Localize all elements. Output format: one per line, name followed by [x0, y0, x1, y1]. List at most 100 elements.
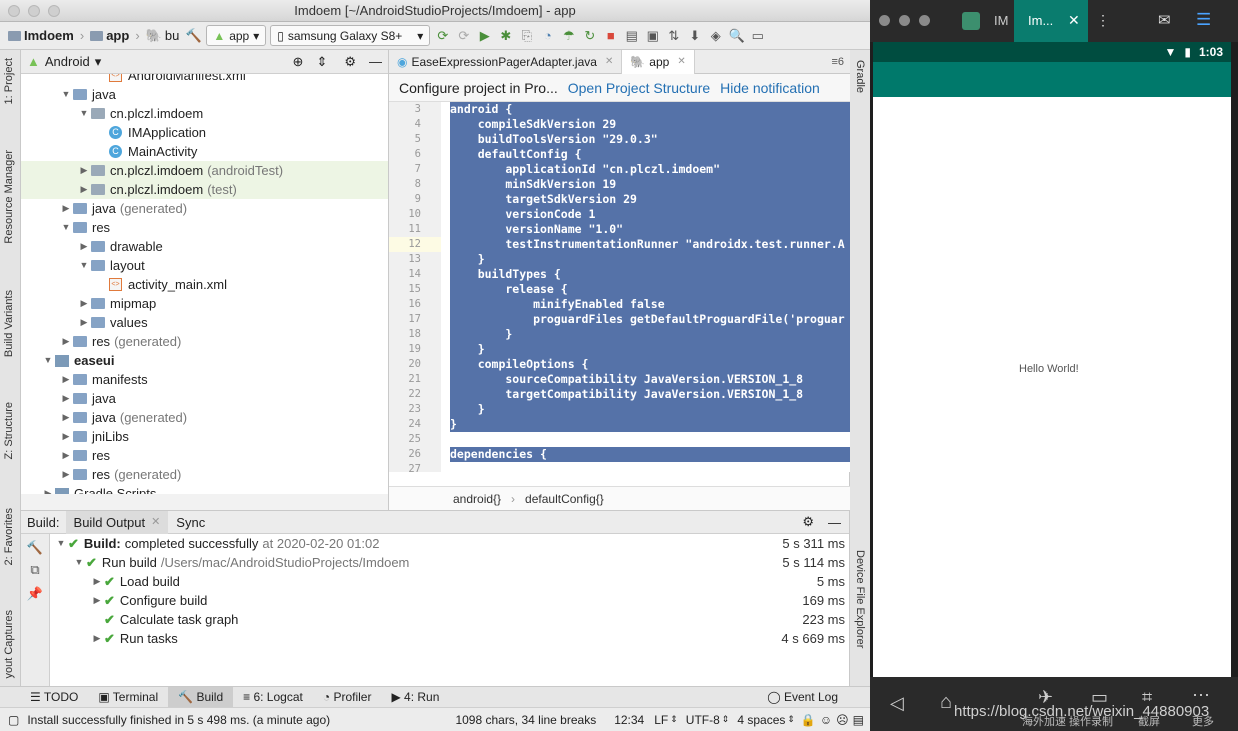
memory-indicator-icon[interactable]: ▤	[853, 713, 864, 727]
apply-changes-icon[interactable]: ⟳	[434, 28, 451, 44]
chevron-right-icon[interactable]: ▶	[59, 408, 73, 427]
apply-code-changes-icon[interactable]: ⟳	[455, 28, 472, 44]
logcat-tool-button[interactable]: ≡ 6: Logcat	[233, 687, 313, 707]
tree-item[interactable]: ▼ easeui	[21, 351, 388, 370]
run-config-dropdown[interactable]: ▲ app ▾	[206, 25, 267, 46]
rerun-icon[interactable]: ↻	[581, 28, 598, 44]
tree-item[interactable]: ▼ res	[21, 218, 388, 237]
chevron-down-icon[interactable]: ▼	[59, 218, 73, 237]
build-row[interactable]: ▶ ✔ Run tasks 4 s 669 ms	[50, 629, 849, 648]
chevron-down-icon[interactable]: ▾	[95, 54, 102, 70]
menu-icon[interactable]: ☰	[1196, 10, 1211, 30]
build-row[interactable]: ▼ ✔ Run build/Users/mac/AndroidStudioProje…	[50, 553, 849, 572]
tree-item[interactable]: ▶ res (generated)	[21, 465, 388, 484]
back-icon[interactable]: ◁	[890, 693, 904, 714]
more-vertical-icon[interactable]: ⋮	[1096, 12, 1110, 29]
panel-icon[interactable]: ▭	[749, 28, 766, 44]
hide-panel-icon[interactable]: —	[828, 515, 841, 530]
tree-item[interactable]: ▶ manifests	[21, 370, 388, 389]
chevron-right-icon[interactable]: ▶	[59, 370, 73, 389]
profiler-tool-button[interactable]: ◔ Profiler	[313, 687, 382, 707]
tree-item[interactable]: ▶ res	[21, 446, 388, 465]
chevron-right-icon[interactable]: ▶	[59, 465, 73, 484]
terminal-tool-button[interactable]: ▣ Terminal	[88, 687, 168, 707]
event-log-button[interactable]: ◯ Event Log	[757, 687, 848, 707]
chevron-right-icon[interactable]: ▶	[59, 446, 73, 465]
chevron-right-icon[interactable]: ▶	[77, 180, 91, 199]
tree-item[interactable]: ▼ layout	[21, 256, 388, 275]
tree-item[interactable]: <> activity_main.xml	[21, 275, 388, 294]
hide-panel-icon[interactable]: —	[369, 54, 382, 69]
minimize-window-button[interactable]	[28, 5, 40, 17]
home-icon[interactable]: ⌂	[940, 691, 952, 714]
sad-icon[interactable]: ☹	[836, 713, 849, 727]
chevron-down-icon[interactable]: ▼	[54, 534, 68, 553]
tree-item[interactable]: ▶ java	[21, 389, 388, 408]
tree-item[interactable]: C IMApplication	[21, 123, 388, 142]
build-row[interactable]: ✔ Calculate task graph 223 ms	[50, 610, 849, 629]
tree-item[interactable]: ▶ java (generated)	[21, 199, 388, 218]
tree-item[interactable]: ▶ mipmap	[21, 294, 388, 313]
chevron-right-icon[interactable]: ▶	[59, 389, 73, 408]
layout-captures-tool-tab[interactable]: yout Captures	[3, 610, 15, 678]
chevron-right-icon[interactable]: ▶	[77, 294, 91, 313]
close-icon[interactable]: ✕	[677, 50, 685, 74]
hammer-icon[interactable]: 🔨	[21, 540, 49, 556]
chevron-right-icon[interactable]: ▶	[77, 313, 91, 332]
build-row[interactable]: ▶ ✔ Load build 5 ms	[50, 572, 849, 591]
tab-overflow-button[interactable]: ≡6	[831, 56, 850, 68]
view-mode-dropdown[interactable]: Android	[45, 54, 90, 69]
project-structure-icon[interactable]: ▤	[623, 28, 640, 44]
attach-debugger-icon[interactable]: ⎘	[518, 28, 535, 44]
debug-icon[interactable]: ✱	[497, 28, 514, 44]
collapse-all-icon[interactable]: ⇕	[316, 54, 327, 70]
zoom-window-button[interactable]	[48, 5, 60, 17]
todo-tool-button[interactable]: ☰ TODO	[20, 687, 88, 707]
run-icon[interactable]: ▶	[476, 28, 493, 44]
breadcrumb-android[interactable]: android{}	[453, 492, 501, 506]
close-icon[interactable]: ✕	[1068, 12, 1080, 29]
pin-icon[interactable]: 📌	[21, 586, 49, 602]
status-message[interactable]: Install successfully finished in 5 s 498…	[27, 713, 330, 727]
close-window-button[interactable]	[8, 5, 20, 17]
close-icon[interactable]: ✕	[605, 50, 613, 74]
caret-position[interactable]: 12:34	[614, 713, 644, 727]
tree-item[interactable]: ▶ java (generated)	[21, 408, 388, 427]
editor-tab[interactable]: ◉ EaseExpressionPagerAdapter.java ✕	[389, 49, 623, 74]
tree-item[interactable]: <> AndroidManifest.xml	[21, 74, 388, 85]
sdk-manager-icon[interactable]: ⬇	[686, 28, 703, 44]
chevron-right-icon[interactable]: ▶	[59, 427, 73, 446]
status-toggle-icon[interactable]: ▢	[8, 713, 19, 727]
chevron-down-icon[interactable]: ▼	[77, 256, 91, 275]
chevron-right-icon[interactable]: ▶	[90, 591, 104, 610]
tab-sync[interactable]: Sync	[168, 511, 213, 534]
device-file-explorer-tool-tab[interactable]: Device File Explorer	[854, 550, 866, 648]
structure-tool-tab[interactable]: Z: Structure	[3, 402, 15, 459]
build-row[interactable]: ▼ ✔ Build: completed successfully at 2020-02…	[50, 534, 849, 553]
chevron-right-icon[interactable]: ▶	[77, 237, 91, 256]
tree-item[interactable]: ▶ cn.plczl.imdoem (androidTest)	[21, 161, 388, 180]
chevron-right-icon[interactable]: ▶	[59, 199, 73, 218]
code-view[interactable]: android { compileSdkVersion 29 buildTool…	[450, 102, 850, 472]
project-tool-tab[interactable]: 1: Project	[3, 58, 15, 104]
happy-icon[interactable]: ☺	[820, 713, 832, 727]
editor-tab[interactable]: 🐘 app ✕	[622, 49, 695, 74]
tree-item[interactable]: C MainActivity	[21, 142, 388, 161]
close-icon[interactable]: ✕	[151, 511, 160, 534]
tree-item[interactable]: ▶ Gradle Scripts	[21, 484, 388, 494]
chevron-right-icon[interactable]: ▶	[41, 484, 55, 494]
breadcrumb-default-config[interactable]: defaultConfig{}	[525, 492, 604, 506]
open-project-structure-link[interactable]: Open Project Structure	[568, 80, 710, 96]
mail-icon[interactable]: ✉	[1158, 11, 1171, 29]
breadcrumb-build-file[interactable]: 🐘 bu	[144, 28, 182, 44]
tree-item[interactable]: ▼ java	[21, 85, 388, 104]
gradle-tool-tab[interactable]: Gradle	[854, 60, 866, 93]
lock-icon[interactable]: 🔒	[801, 713, 816, 727]
chevron-down-icon[interactable]: ▼	[41, 351, 55, 370]
minimize-window-button[interactable]	[899, 15, 910, 26]
zoom-window-button[interactable]	[919, 15, 930, 26]
coverage-icon[interactable]: ☂	[560, 28, 577, 44]
avd-manager-icon[interactable]: ▣	[644, 28, 661, 44]
tree-item[interactable]: ▼ cn.plczl.imdoem	[21, 104, 388, 123]
chevron-right-icon[interactable]: ▶	[90, 572, 104, 591]
